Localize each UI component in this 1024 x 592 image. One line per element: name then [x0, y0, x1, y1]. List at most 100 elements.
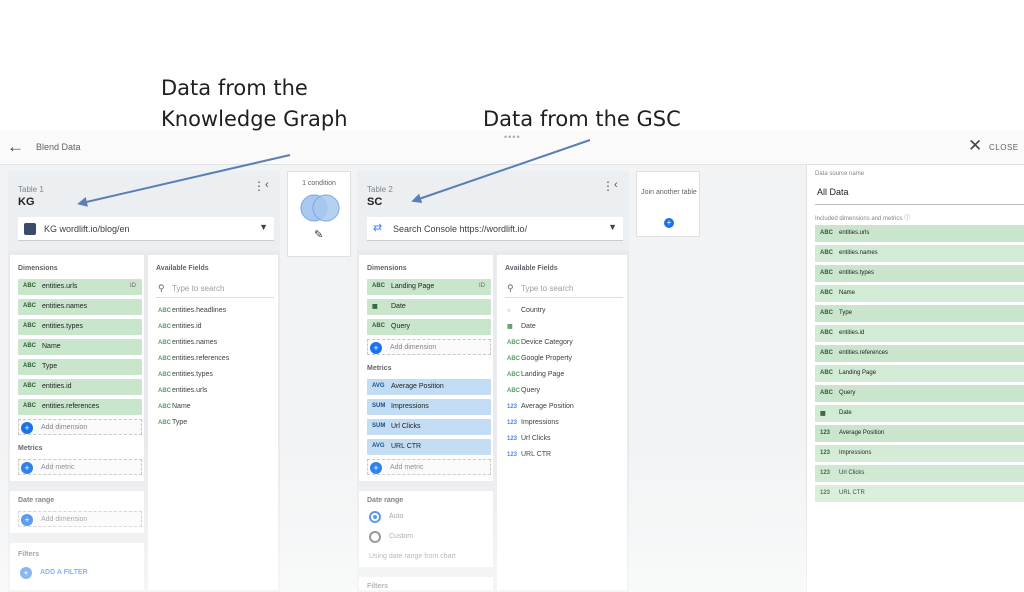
date-custom-radio[interactable] [369, 531, 381, 543]
help-icon[interactable]: ⓘ [904, 216, 910, 222]
metrics-header: Metrics [367, 365, 392, 372]
edit-pencil-icon[interactable]: ✎ [314, 228, 323, 241]
available-field[interactable]: 123 Url Clicks [507, 435, 551, 442]
edit-icon[interactable]: ID [479, 283, 485, 289]
add-filter-button[interactable]: + ADD A FILTER [18, 565, 142, 581]
included-field-chip[interactable]: ABC Type [815, 305, 1024, 322]
dimension-chip[interactable]: ▦ Date [367, 299, 491, 315]
text-field-icon: ABC [507, 356, 520, 362]
included-field-chip[interactable]: 123 Average Position [815, 425, 1024, 442]
text-field-icon: ABC [158, 308, 171, 314]
dimension-chip[interactable]: ABC Type [18, 359, 142, 375]
text-field-icon: ABC [23, 343, 36, 349]
add-dimension-button[interactable]: + Add dimension [367, 339, 491, 355]
add-date-range-dimension-button[interactable]: + Add dimension [18, 511, 142, 527]
table-1-panel: Table 1 KG ⋮ ‹ KG wordlift.io/blog/en ▼ … [8, 171, 280, 592]
included-field-chip[interactable]: ▦ Date [815, 405, 1024, 422]
included-field-chip[interactable]: 123 URL CTR [815, 485, 1024, 502]
text-field-icon: ABC [23, 283, 36, 289]
text-field-icon: ABC [23, 403, 36, 409]
search-input[interactable]: Type to search [521, 284, 573, 293]
available-field[interactable]: ABCentities.headlines [158, 307, 226, 314]
available-field[interactable]: 123 URL CTR [507, 451, 551, 458]
included-field-chip[interactable]: ABC entities.names [815, 245, 1024, 262]
data-source-name-input[interactable]: All Data [815, 183, 1024, 205]
dimension-chip[interactable]: ABC entities.urls ID [18, 279, 142, 295]
available-field[interactable]: 123 Average Position [507, 403, 574, 410]
available-field[interactable]: ABCLanding Page [507, 371, 564, 378]
dimension-chip[interactable]: ABC Landing Page ID [367, 279, 491, 295]
number-field-icon: 123 [507, 404, 518, 410]
metric-chip[interactable]: SUM Impressions [367, 399, 491, 415]
available-field[interactable]: ABCentities.urls [158, 387, 207, 394]
available-field[interactable]: ABCDevice Category [507, 339, 573, 346]
available-field[interactable]: ABCGoogle Property [507, 355, 572, 362]
dimension-chip[interactable]: ABC entities.types [18, 319, 142, 335]
metric-chip[interactable]: AVG Average Position [367, 379, 491, 395]
more-vert-icon[interactable]: ⋮ [253, 179, 265, 193]
included-field-chip[interactable]: ABC Query [815, 385, 1024, 402]
join-another-label: Join another table [641, 189, 697, 196]
page-title: Blend Data [36, 142, 81, 152]
included-field-chip[interactable]: ABC Landing Page [815, 365, 1024, 382]
data-source-select[interactable]: ⇄ Search Console https://wordlift.io/ ▼ [367, 217, 623, 241]
collapse-icon[interactable]: ‹ [265, 179, 269, 191]
close-button[interactable]: CLOSE [989, 143, 1019, 152]
date-auto-radio[interactable] [369, 511, 381, 523]
text-field-icon: ABC [158, 356, 171, 362]
join-condition-card[interactable]: 1 condition ✎ [287, 171, 351, 257]
section-divider [10, 533, 144, 543]
included-field-chip[interactable]: ABC entities.urls [815, 225, 1024, 242]
text-field-icon: ABC [23, 383, 36, 389]
metric-chip[interactable]: SUM Url Clicks [367, 419, 491, 435]
more-vert-icon[interactable]: ⋮ [602, 179, 614, 193]
available-field[interactable]: ABCType [158, 419, 187, 426]
search-input[interactable]: Type to search [172, 284, 224, 293]
arrow-back-icon[interactable]: ← [7, 137, 24, 157]
included-field-chip[interactable]: 123 Url Clicks [815, 465, 1024, 482]
add-metric-button[interactable]: + Add metric [18, 459, 142, 475]
add-icon: + [21, 462, 33, 474]
collapse-icon[interactable]: ‹ [614, 179, 618, 191]
calendar-icon: ▦ [372, 304, 378, 310]
available-field[interactable]: ABCentities.types [158, 371, 213, 378]
available-field[interactable]: ABCentities.names [158, 339, 217, 346]
section-divider [359, 481, 493, 491]
text-field-icon: ABC [820, 310, 833, 316]
data-source-select[interactable]: KG wordlift.io/blog/en ▼ [18, 217, 274, 241]
included-field-chip[interactable]: ABC entities.references [815, 345, 1024, 362]
add-dimension-button[interactable]: + Add dimension [18, 419, 142, 435]
drag-handle-icon[interactable]: •••• [504, 132, 521, 142]
included-field-chip[interactable]: 123 Impressions [815, 445, 1024, 462]
dimension-chip[interactable]: ABC entities.references [18, 399, 142, 415]
dimension-chip[interactable]: ABC Name [18, 339, 142, 355]
available-field[interactable]: ABCQuery [507, 387, 540, 394]
available-field[interactable]: ABCName [158, 403, 191, 410]
table-1-header: Table 1 KG ⋮ ‹ KG wordlift.io/blog/en ▼ [8, 171, 280, 251]
dimension-chip[interactable]: ABC entities.id [18, 379, 142, 395]
available-field[interactable]: ABCentities.id [158, 323, 202, 330]
close-icon[interactable]: ✕ [968, 136, 982, 156]
annotation-knowledge-graph: Data from the Knowledge Graph [161, 73, 348, 135]
included-field-chip[interactable]: ABC entities.types [815, 265, 1024, 282]
text-field-icon: ABC [158, 404, 171, 410]
text-field-icon: ABC [820, 350, 833, 356]
available-field[interactable]: ○ Country [507, 307, 546, 314]
text-field-icon: ABC [158, 324, 171, 330]
dimension-chip[interactable]: ABC entities.names [18, 299, 142, 315]
included-field-chip[interactable]: ABC entities.id [815, 325, 1024, 342]
edit-icon[interactable]: ID [130, 283, 136, 289]
dropdown-arrow-icon: ▼ [259, 222, 268, 232]
table-1-available-fields: Available Fields ⚲ Type to search ABCent… [148, 255, 278, 590]
available-field[interactable]: ▦ Date [507, 323, 536, 330]
text-field-icon: ABC [820, 270, 833, 276]
join-another-table-button[interactable]: Join another table + [636, 171, 700, 237]
metric-chip[interactable]: AVG URL CTR [367, 439, 491, 455]
text-field-icon: ABC [23, 323, 36, 329]
add-metric-button[interactable]: + Add metric [367, 459, 491, 475]
dimension-chip[interactable]: ABC Query [367, 319, 491, 335]
metrics-header: Metrics [18, 445, 43, 452]
available-field[interactable]: ABCentities.references [158, 355, 229, 362]
included-field-chip[interactable]: ABC Name [815, 285, 1024, 302]
available-field[interactable]: 123 Impressions [507, 419, 559, 426]
